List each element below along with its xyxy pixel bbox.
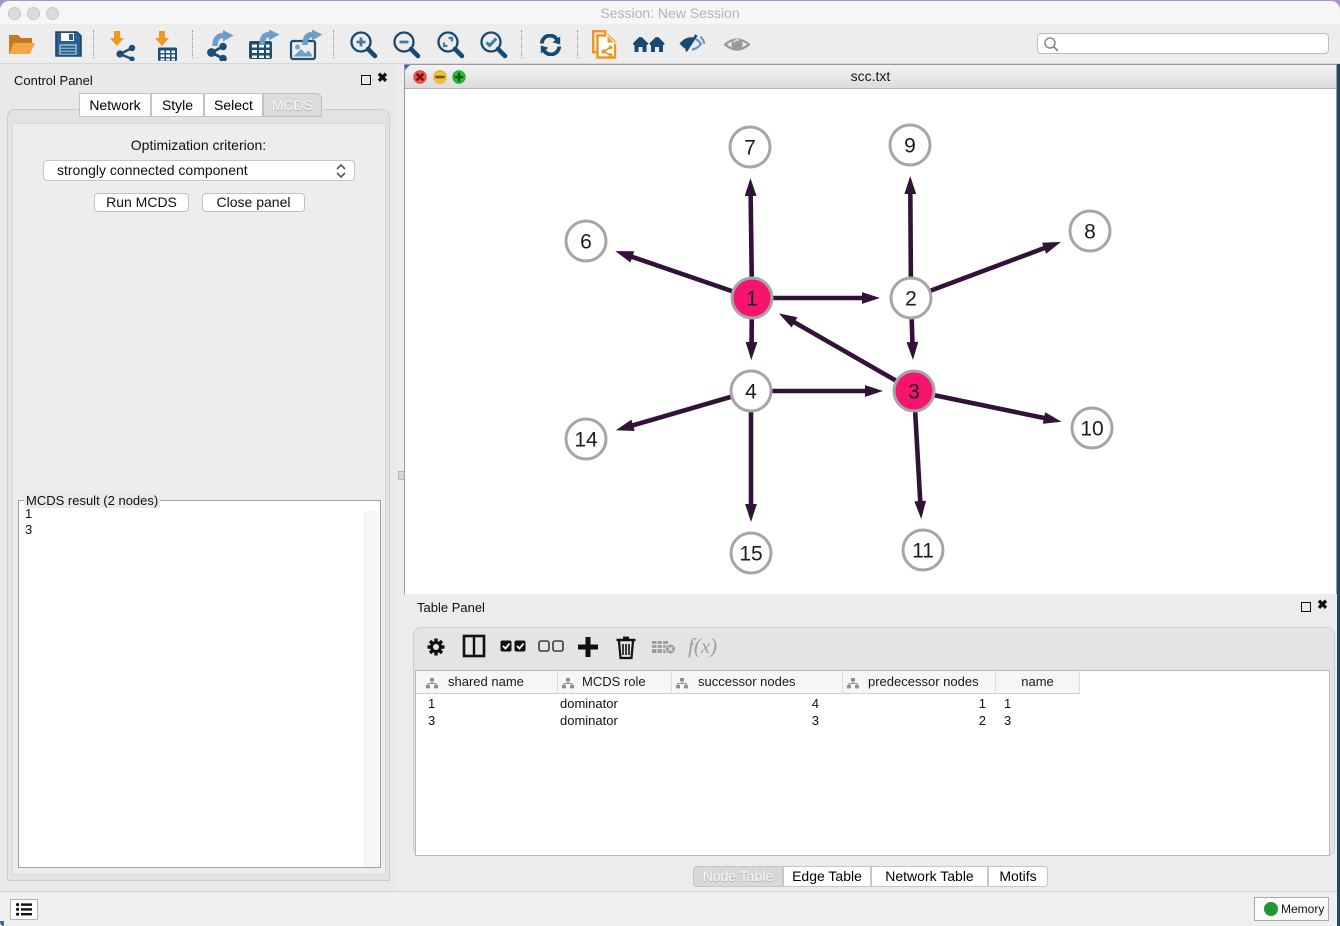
svg-text:11: 11 <box>912 540 934 563</box>
svg-text:2: 2 <box>905 288 917 311</box>
svg-text:6: 6 <box>580 231 592 254</box>
svg-text:4: 4 <box>745 381 757 404</box>
svg-text:14: 14 <box>574 429 598 452</box>
svg-text:9: 9 <box>904 135 916 158</box>
svg-text:10: 10 <box>1080 418 1103 441</box>
svg-text:1: 1 <box>746 288 758 311</box>
svg-text:7: 7 <box>744 137 756 160</box>
svg-text:8: 8 <box>1084 221 1096 244</box>
svg-text:3: 3 <box>908 381 920 404</box>
svg-text:15: 15 <box>739 543 762 566</box>
